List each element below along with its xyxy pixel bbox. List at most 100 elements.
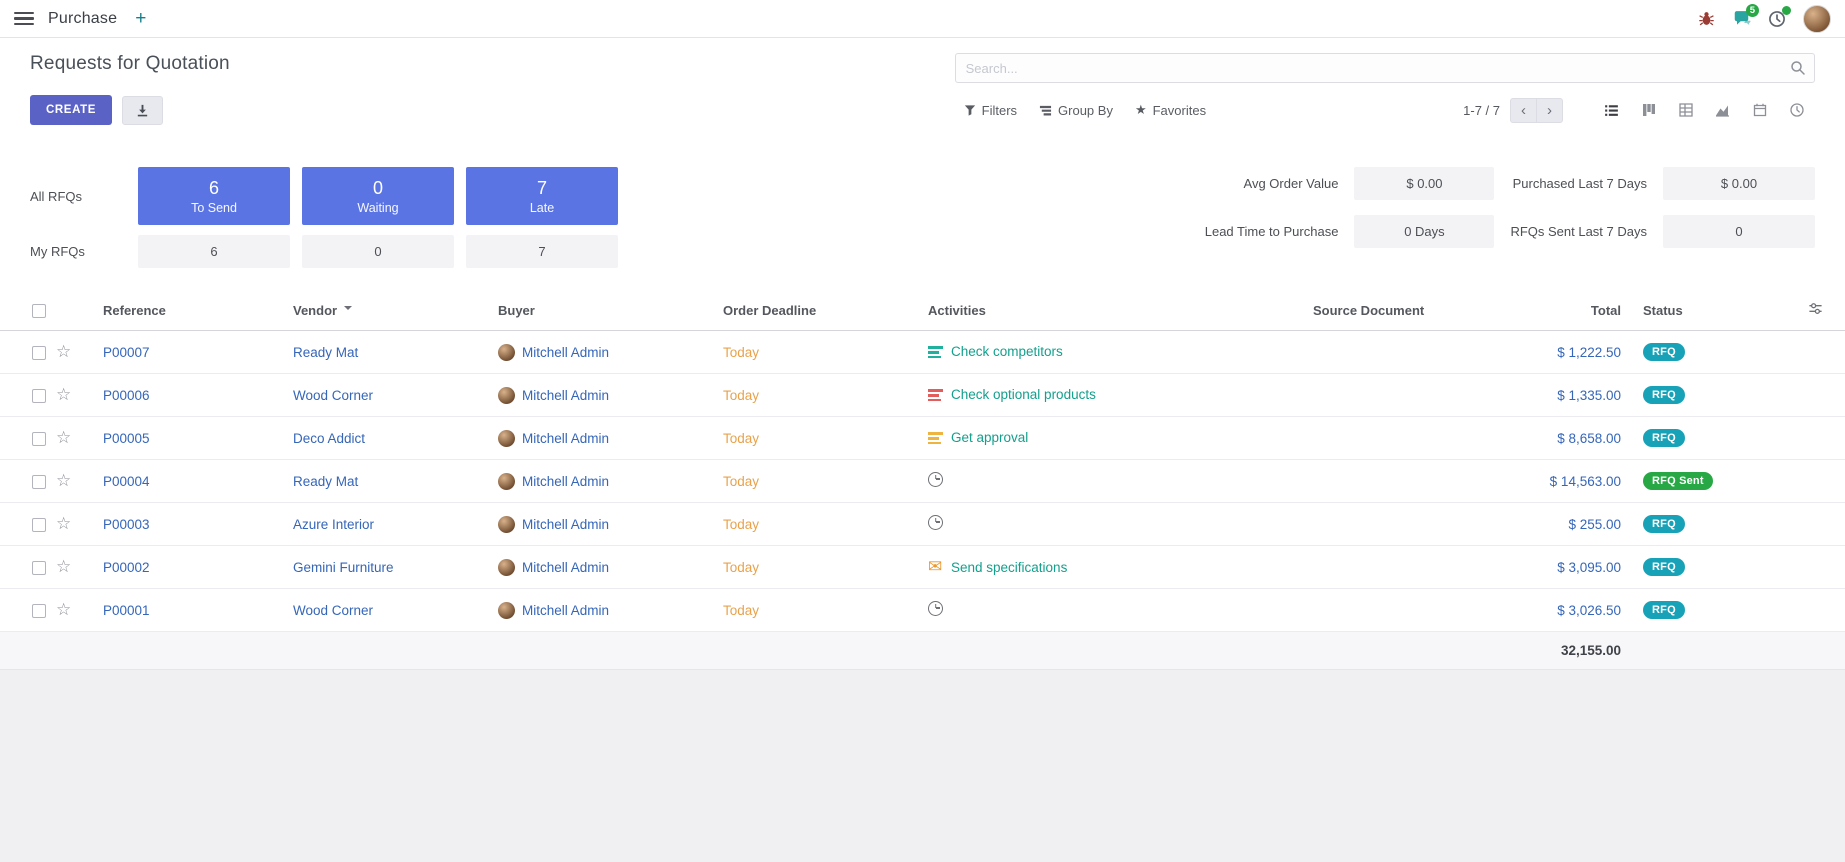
pivot-view-icon[interactable] [1667,97,1704,124]
pager-next-button[interactable]: › [1536,98,1563,123]
app-name[interactable]: Purchase [48,10,117,28]
column-header-reference[interactable]: Reference [95,290,285,331]
calendar-view-icon[interactable] [1741,97,1778,124]
my-to-send-value[interactable]: 6 [138,235,290,268]
order-deadline: Today [723,345,759,360]
select-all-checkbox[interactable] [32,304,46,318]
reference-link[interactable]: P00004 [103,474,150,489]
reference-link[interactable]: P00003 [103,517,150,532]
reference-link[interactable]: P00002 [103,560,150,575]
vendor-link[interactable]: Ready Mat [293,345,358,360]
activity-view-icon[interactable] [1778,97,1815,124]
table-row[interactable]: ☆ P00007 Ready Mat Mitchell Admin Today … [0,331,1845,374]
row-checkbox[interactable] [32,475,46,489]
optional-columns-icon[interactable] [1808,301,1823,316]
create-button[interactable]: CREATE [30,95,112,125]
user-avatar[interactable] [1803,5,1831,33]
favorite-star-icon[interactable]: ☆ [56,557,71,576]
favorite-star-icon[interactable]: ☆ [56,385,71,404]
group-by-button[interactable]: Group By [1030,98,1122,123]
reference-link[interactable]: P00007 [103,345,150,360]
activity-mail-icon[interactable] [928,560,943,575]
activity-label[interactable]: Get approval [951,430,1028,445]
activity-label[interactable]: Check optional products [951,387,1096,402]
kanban-view-icon[interactable] [1630,97,1667,124]
status-badge: RFQ [1643,558,1685,576]
reference-link[interactable]: P00006 [103,388,150,403]
buyer-link[interactable]: Mitchell Admin [522,431,609,446]
filters-button[interactable]: Filters [955,98,1026,123]
vendor-link[interactable]: Azure Interior [293,517,374,532]
column-header-activities[interactable]: Activities [920,290,1305,331]
search-icon[interactable] [1790,60,1806,76]
buyer-link[interactable]: Mitchell Admin [522,560,609,575]
activity-clock-icon[interactable] [928,472,943,487]
favorite-star-icon[interactable]: ☆ [56,342,71,361]
favorite-star-icon[interactable]: ☆ [56,600,71,619]
vendor-link[interactable]: Deco Addict [293,431,365,446]
buyer-link[interactable]: Mitchell Admin [522,345,609,360]
buyer-link[interactable]: Mitchell Admin [522,603,609,618]
row-checkbox[interactable] [32,518,46,532]
vendor-link[interactable]: Ready Mat [293,474,358,489]
activities-clock-icon[interactable] [1768,10,1786,28]
column-header-source-document[interactable]: Source Document [1305,290,1465,331]
table-row[interactable]: ☆ P00001 Wood Corner Mitchell Admin Toda… [0,589,1845,632]
column-header-buyer[interactable]: Buyer [490,290,715,331]
pager-previous-button[interactable]: ‹ [1510,98,1537,123]
buyer-link[interactable]: Mitchell Admin [522,388,609,403]
rfqs-sent-last-7-days-value: 0 [1663,215,1815,248]
pager-range: 1-7 / 7 [1463,103,1500,118]
apps-menu-icon[interactable] [14,12,34,26]
graph-view-icon[interactable] [1704,97,1741,124]
grand-total: 32,155.00 [1465,632,1635,670]
table-row[interactable]: ☆ P00002 Gemini Furniture Mitchell Admin… [0,546,1845,589]
buyer-link[interactable]: Mitchell Admin [522,517,609,532]
row-checkbox[interactable] [32,432,46,446]
column-header-status[interactable]: Status [1635,290,1760,331]
search-input[interactable] [955,53,1815,83]
column-header-total[interactable]: Total [1465,290,1635,331]
vendor-link[interactable]: Gemini Furniture [293,560,394,575]
order-deadline: Today [723,560,759,575]
column-header-order-deadline[interactable]: Order Deadline [715,290,920,331]
messages-icon[interactable]: 5 [1732,10,1751,28]
my-late-value[interactable]: 7 [466,235,618,268]
table-row[interactable]: ☆ P00003 Azure Interior Mitchell Admin T… [0,503,1845,546]
vendor-link[interactable]: Wood Corner [293,388,373,403]
lead-time-value: 0 Days [1354,215,1494,248]
favorite-star-icon[interactable]: ☆ [56,471,71,490]
waiting-card[interactable]: 0 Waiting [302,167,454,225]
activity-label[interactable]: Check competitors [951,344,1063,359]
table-row[interactable]: ☆ P00005 Deco Addict Mitchell Admin Toda… [0,417,1845,460]
list-view-icon[interactable] [1593,97,1630,124]
column-header-vendor[interactable]: Vendor [285,290,490,331]
row-checkbox[interactable] [32,561,46,575]
activity-icon[interactable] [928,388,943,401]
to-send-card[interactable]: 6 To Send [138,167,290,225]
late-card[interactable]: 7 Late [466,167,618,225]
buyer-avatar [498,516,515,533]
activity-clock-icon[interactable] [928,515,943,530]
activity-icon[interactable] [928,431,943,444]
table-row[interactable]: ☆ P00004 Ready Mat Mitchell Admin Today … [0,460,1845,503]
favorite-star-icon[interactable]: ☆ [56,428,71,447]
activity-icon[interactable] [928,345,943,358]
export-button[interactable] [122,96,163,125]
row-checkbox[interactable] [32,389,46,403]
row-checkbox[interactable] [32,604,46,618]
favorite-star-icon[interactable]: ☆ [56,514,71,533]
table-row[interactable]: ☆ P00006 Wood Corner Mitchell Admin Toda… [0,374,1845,417]
plus-icon[interactable]: + [135,9,146,28]
my-waiting-value[interactable]: 0 [302,235,454,268]
buyer-link[interactable]: Mitchell Admin [522,474,609,489]
status-badge: RFQ [1643,515,1685,533]
vendor-link[interactable]: Wood Corner [293,603,373,618]
activity-clock-icon[interactable] [928,601,943,616]
row-checkbox[interactable] [32,346,46,360]
favorites-button[interactable]: ★ Favorites [1126,97,1215,123]
reference-link[interactable]: P00001 [103,603,150,618]
debug-bug-icon[interactable] [1698,10,1715,27]
reference-link[interactable]: P00005 [103,431,150,446]
activity-label[interactable]: Send specifications [951,560,1067,575]
